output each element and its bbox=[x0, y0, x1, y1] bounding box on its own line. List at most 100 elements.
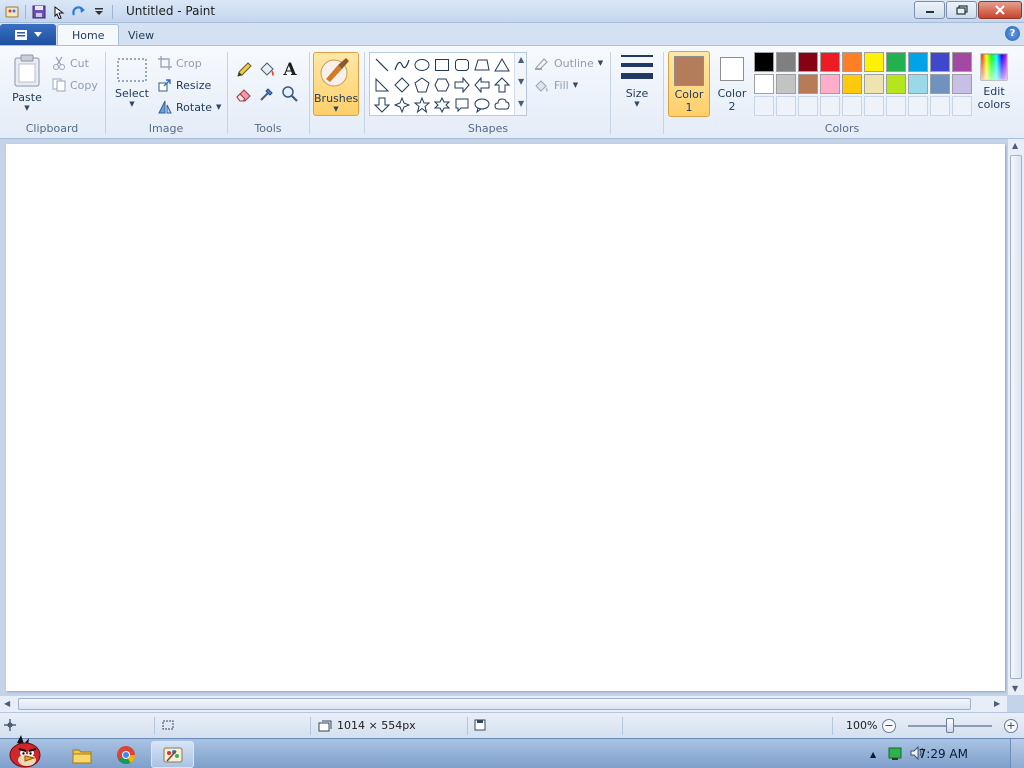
cursor-position bbox=[4, 719, 16, 731]
explorer-taskbar-button[interactable] bbox=[62, 741, 102, 768]
horizontal-scroll-thumb[interactable] bbox=[18, 698, 971, 710]
scroll-down-icon[interactable]: ▼ bbox=[1012, 684, 1018, 693]
scroll-right-icon[interactable]: ▶ bbox=[994, 699, 1000, 708]
paint-menu-button[interactable] bbox=[0, 24, 56, 45]
select-button[interactable]: Select ▼ bbox=[112, 54, 152, 108]
shapes-group-label: Shapes bbox=[467, 122, 509, 135]
vertical-scroll-thumb[interactable] bbox=[1010, 155, 1022, 679]
paste-label: Paste bbox=[12, 91, 42, 104]
group-separator bbox=[610, 52, 611, 134]
save-icon[interactable] bbox=[29, 2, 49, 21]
chrome-icon bbox=[117, 745, 135, 764]
restore-icon bbox=[955, 5, 968, 15]
selection-icon bbox=[117, 58, 147, 82]
disk-icon bbox=[474, 719, 486, 731]
status-separator bbox=[467, 717, 468, 735]
group-separator bbox=[364, 52, 365, 134]
scroll-left-icon[interactable]: ◀ bbox=[4, 699, 10, 708]
paste-button[interactable]: Paste ▼ bbox=[8, 54, 46, 112]
ribbon-tab-row: Home View ? bbox=[0, 23, 1024, 46]
status-separator bbox=[154, 717, 155, 735]
menu-icon bbox=[15, 29, 27, 40]
image-group-label: Image bbox=[148, 122, 184, 135]
help-icon[interactable]: ? bbox=[1005, 26, 1020, 41]
system-clock[interactable]: 7:29 AM bbox=[919, 747, 968, 761]
close-button[interactable] bbox=[978, 1, 1022, 19]
cut-label: Cut bbox=[70, 56, 89, 70]
tools-group-label: Tools bbox=[254, 122, 282, 135]
title-bar: Untitled - Paint bbox=[0, 0, 1024, 23]
show-desktop-button[interactable] bbox=[1010, 739, 1024, 768]
shapes-group: Shapes bbox=[366, 48, 610, 136]
color-picker-icon[interactable] bbox=[256, 83, 278, 105]
pencil-icon[interactable] bbox=[233, 59, 255, 81]
status-separator bbox=[832, 717, 833, 735]
scissors-icon bbox=[53, 56, 65, 70]
clipboard-icon bbox=[14, 54, 40, 87]
status-separator bbox=[622, 717, 623, 735]
clipboard-group-label: Clipboard bbox=[25, 122, 79, 135]
tools-grid: A bbox=[233, 59, 301, 105]
redo-icon[interactable] bbox=[69, 2, 89, 21]
window-title: Untitled - Paint bbox=[126, 4, 216, 18]
resize-button[interactable]: Resize bbox=[158, 76, 211, 94]
chrome-taskbar-button[interactable] bbox=[106, 741, 146, 768]
crop-icon bbox=[158, 56, 172, 70]
canvas-size-icon bbox=[318, 720, 332, 731]
selection-size bbox=[161, 719, 175, 731]
chevron-down-icon: ▼ bbox=[24, 104, 30, 112]
start-button[interactable] bbox=[0, 734, 52, 768]
select-label: Select bbox=[115, 87, 149, 100]
canvas-workspace: ▲ ▼ ◀ ▶ bbox=[0, 139, 1024, 712]
crop-button[interactable]: Crop bbox=[158, 54, 202, 72]
fill-bucket-icon[interactable] bbox=[256, 59, 278, 81]
tab-home[interactable]: Home bbox=[57, 24, 120, 46]
brushes-button[interactable]: Brushes ▼ bbox=[313, 52, 359, 116]
chevron-down-icon bbox=[34, 31, 42, 37]
zoom-out-button[interactable]: − bbox=[882, 719, 896, 733]
zoom-slider-thumb[interactable] bbox=[946, 718, 954, 733]
paint-taskbar-button[interactable] bbox=[151, 741, 194, 768]
minimize-icon bbox=[925, 11, 934, 13]
paint-app-icon[interactable] bbox=[2, 2, 22, 21]
minimize-button[interactable] bbox=[914, 1, 945, 19]
line-size-icon bbox=[621, 55, 653, 79]
chevron-down-icon: ▼ bbox=[333, 105, 339, 113]
scroll-up-icon[interactable]: ▲ bbox=[1012, 141, 1018, 150]
angry-birds-start-icon bbox=[9, 734, 41, 767]
image-group: Select ▼ Crop Resize Rotate ▼ Image bbox=[106, 48, 226, 136]
brushes-label: Brushes bbox=[314, 92, 359, 105]
clipboard-group: Paste ▼ Cut Copy Clipboard bbox=[0, 48, 104, 136]
explorer-icon bbox=[72, 749, 92, 763]
show-hidden-icons-icon[interactable]: ▲ bbox=[870, 750, 876, 759]
vertical-scrollbar[interactable]: ▲ ▼ bbox=[1007, 139, 1024, 695]
drawing-canvas[interactable] bbox=[6, 144, 1005, 691]
customize-dropdown-icon[interactable] bbox=[89, 2, 109, 21]
cut-button[interactable]: Cut bbox=[52, 54, 89, 72]
size-button[interactable]: Size ▼ bbox=[617, 52, 657, 108]
undo-icon[interactable] bbox=[49, 2, 69, 21]
size-label: Size bbox=[625, 87, 649, 100]
rotate-label: Rotate bbox=[176, 100, 213, 114]
canvas-size: 1014 × 554px bbox=[318, 719, 416, 732]
zoom-in-button[interactable]: + bbox=[1004, 719, 1018, 733]
tab-view[interactable]: View bbox=[114, 24, 168, 46]
text-icon[interactable]: A bbox=[279, 59, 301, 81]
window-controls bbox=[913, 1, 1022, 19]
magnifier-icon[interactable] bbox=[279, 83, 301, 105]
eraser-icon[interactable] bbox=[233, 83, 255, 105]
rotate-icon bbox=[158, 100, 172, 114]
network-icon[interactable] bbox=[888, 746, 902, 763]
canvas-size-text: 1014 × 554px bbox=[337, 719, 416, 732]
status-bar: 1014 × 554px 100% − + bbox=[0, 712, 1024, 738]
crop-label: Crop bbox=[176, 56, 202, 70]
qat-separator bbox=[25, 4, 26, 19]
ribbon: Paste ▼ Cut Copy Clipboard Select ▼ Crop… bbox=[0, 45, 1024, 139]
crosshair-icon bbox=[4, 719, 16, 731]
paint-icon bbox=[163, 747, 182, 762]
copy-button[interactable]: Copy bbox=[52, 76, 98, 94]
rotate-button[interactable]: Rotate ▼ bbox=[158, 98, 221, 116]
horizontal-scrollbar[interactable]: ◀ ▶ bbox=[0, 695, 1007, 712]
brush-icon bbox=[320, 58, 349, 87]
maximize-button[interactable] bbox=[946, 1, 977, 19]
